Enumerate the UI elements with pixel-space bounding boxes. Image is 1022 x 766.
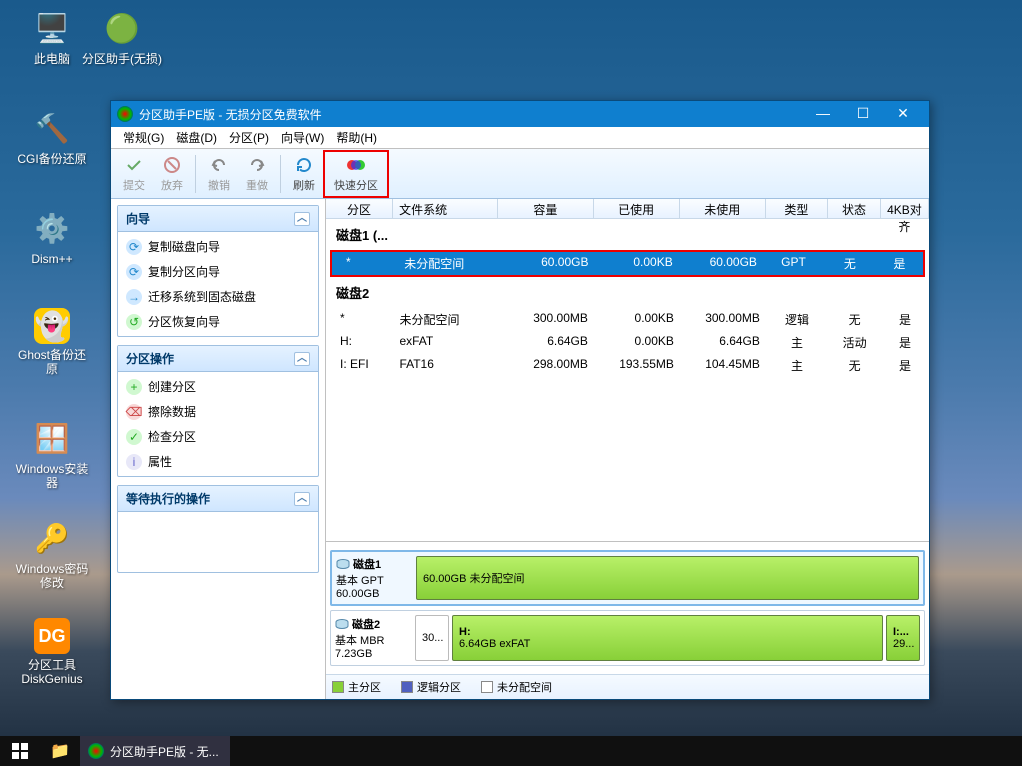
- panel-pending: 等待执行的操作︿: [117, 485, 319, 573]
- legend: 主分区 逻辑分区 未分配空间: [326, 674, 929, 699]
- taskbar-task[interactable]: 分区助手PE版 - 无...: [80, 736, 230, 766]
- disk-map[interactable]: 磁盘1基本 GPT60.00GB60.00GB 未分配空间: [330, 550, 925, 606]
- legend-unalloc-icon: [481, 681, 493, 693]
- partition-bar[interactable]: 30...: [415, 615, 449, 661]
- wizard-recover[interactable]: ↺分区恢复向导: [118, 309, 318, 334]
- quick-partition-button[interactable]: 快速分区: [326, 153, 386, 195]
- desktop-icon-winpwd[interactable]: 🔑Windows密码修改: [12, 518, 92, 591]
- disk-map[interactable]: 磁盘2基本 MBR7.23GB30...H:6.64GB exFATI:...2…: [330, 610, 925, 666]
- panel-wizard: 向导︿ ⟳复制磁盘向导 ⟳复制分区向导 →迁移系统到固态磁盘 ↺分区恢复向导: [117, 205, 319, 337]
- partition-bar[interactable]: H:6.64GB exFAT: [452, 615, 883, 661]
- refresh-button[interactable]: 刷新: [285, 153, 323, 195]
- op-check[interactable]: ✓检查分区: [118, 424, 318, 449]
- partition-bar[interactable]: 60.00GB 未分配空间: [416, 556, 919, 600]
- table-row[interactable]: *未分配空间60.00GB0.00KB60.00GBGPT无是: [332, 252, 923, 275]
- redo-button[interactable]: 重做: [238, 153, 276, 195]
- partition-list[interactable]: 磁盘1 (...*未分配空间60.00GB0.00KB60.00GBGPT无是磁…: [326, 219, 929, 541]
- menu-partition[interactable]: 分区(P): [223, 129, 275, 146]
- table-header: 分区 文件系统 容量 已使用 未使用 类型 状态 4KB对齐: [326, 199, 929, 219]
- menu-disk[interactable]: 磁盘(D): [170, 129, 223, 146]
- disk-maps: 磁盘1基本 GPT60.00GB60.00GB 未分配空间磁盘2基本 MBR7.…: [326, 541, 929, 674]
- wizard-copy-partition[interactable]: ⟳复制分区向导: [118, 259, 318, 284]
- close-button[interactable]: ✕: [883, 101, 923, 127]
- legend-logical-icon: [401, 681, 413, 693]
- table-row[interactable]: H:exFAT6.64GB0.00KB6.64GB主活动是: [326, 331, 929, 354]
- undo-button[interactable]: 撤销: [200, 153, 238, 195]
- desktop-icon-cgi[interactable]: 🔨CGI备份还原: [12, 108, 92, 166]
- app-window: 分区助手PE版 - 无损分区免费软件 — ☐ ✕ 常规(G) 磁盘(D) 分区(…: [110, 100, 930, 700]
- partition-bar[interactable]: I:...29...: [886, 615, 920, 661]
- titlebar[interactable]: 分区助手PE版 - 无损分区免费软件 — ☐ ✕: [111, 101, 929, 127]
- table-row[interactable]: I: EFIFAT16298.00MB193.55MB104.45MB主无是: [326, 354, 929, 377]
- menu-wizard[interactable]: 向导(W): [275, 129, 330, 146]
- collapse-icon[interactable]: ︿: [294, 352, 310, 366]
- wizard-migrate-ssd[interactable]: →迁移系统到固态磁盘: [118, 284, 318, 309]
- menu-help[interactable]: 帮助(H): [330, 129, 383, 146]
- desktop-icon-computer[interactable]: 🖥️此电脑: [12, 8, 92, 66]
- collapse-icon[interactable]: ︿: [294, 492, 310, 506]
- op-props[interactable]: i属性: [118, 449, 318, 474]
- op-wipe[interactable]: ⌫擦除数据: [118, 399, 318, 424]
- menu-general[interactable]: 常规(G): [117, 129, 170, 146]
- panel-partition-ops: 分区操作︿ +创建分区 ⌫擦除数据 ✓检查分区 i属性: [117, 345, 319, 477]
- desktop-icon-partition[interactable]: 🟢分区助手(无损): [82, 8, 162, 66]
- maximize-button[interactable]: ☐: [843, 101, 883, 127]
- op-create[interactable]: +创建分区: [118, 374, 318, 399]
- commit-button[interactable]: 提交: [115, 153, 153, 195]
- toolbar: 提交 放弃 撤销 重做 刷新 快速分区: [111, 149, 929, 199]
- start-button[interactable]: [0, 736, 40, 766]
- taskbar-explorer-icon[interactable]: 📁: [40, 736, 80, 766]
- window-title: 分区助手PE版 - 无损分区免费软件: [139, 106, 322, 123]
- desktop-icon-diskgenius[interactable]: DG分区工具DiskGenius: [12, 618, 92, 687]
- main-area: 分区 文件系统 容量 已使用 未使用 类型 状态 4KB对齐 磁盘1 (...*…: [325, 199, 929, 699]
- side-panel: 向导︿ ⟳复制磁盘向导 ⟳复制分区向导 →迁移系统到固态磁盘 ↺分区恢复向导 分…: [111, 199, 325, 699]
- discard-button[interactable]: 放弃: [153, 153, 191, 195]
- desktop-icon-wininstall[interactable]: 🪟Windows安装器: [12, 418, 92, 491]
- disk-group[interactable]: 磁盘2: [326, 277, 929, 308]
- wizard-copy-disk[interactable]: ⟳复制磁盘向导: [118, 234, 318, 259]
- disk-group[interactable]: 磁盘1 (...: [326, 219, 929, 250]
- menubar: 常规(G) 磁盘(D) 分区(P) 向导(W) 帮助(H): [111, 127, 929, 149]
- collapse-icon[interactable]: ︿: [294, 212, 310, 226]
- minimize-button[interactable]: —: [803, 101, 843, 127]
- legend-primary-icon: [332, 681, 344, 693]
- table-row[interactable]: *未分配空间300.00MB0.00KB300.00MB逻辑无是: [326, 308, 929, 331]
- app-icon: [117, 106, 133, 122]
- taskbar: 📁 分区助手PE版 - 无...: [0, 736, 1022, 766]
- desktop-icon-ghost[interactable]: 👻Ghost备份还原: [12, 308, 92, 377]
- desktop-icon-dism[interactable]: ⚙️Dism++: [12, 208, 92, 266]
